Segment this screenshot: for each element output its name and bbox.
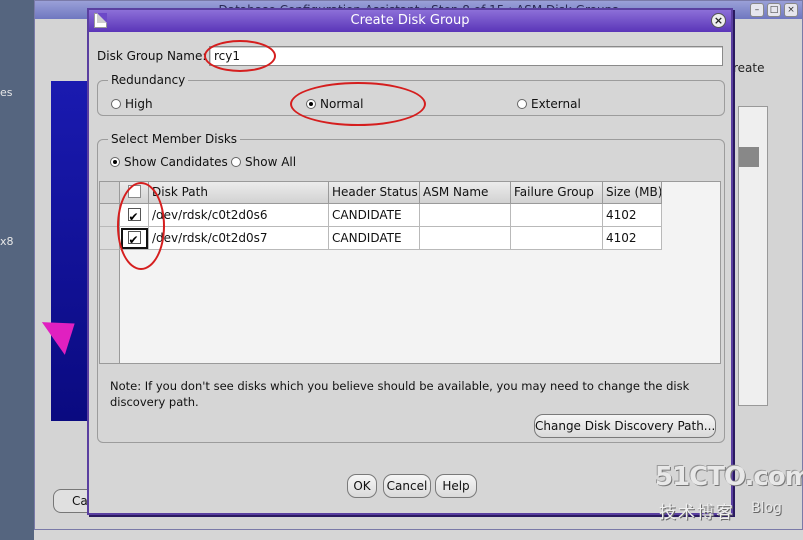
document-icon — [94, 13, 107, 28]
failure-group-cell[interactable] — [511, 227, 603, 250]
row-header-cell — [100, 227, 120, 250]
close-icon[interactable]: × — [784, 3, 798, 17]
watermark-logo: 51CTO.com — [655, 462, 803, 492]
disk-group-name-input[interactable]: rcy1 — [209, 46, 723, 66]
radio-button-icon — [111, 99, 121, 109]
checkbox-checked-icon[interactable] — [127, 229, 141, 249]
checkbox-icon[interactable] — [127, 185, 141, 198]
failure-group-cell[interactable] — [511, 204, 603, 227]
scrollbar-thumb[interactable] — [739, 147, 759, 167]
radio-label: Normal — [320, 97, 364, 111]
watermark-blog: Blog — [751, 500, 782, 516]
desktop-left-strip: es x8 — [0, 0, 34, 540]
radio-button-icon — [231, 157, 241, 167]
help-button[interactable]: Help — [435, 474, 477, 498]
dialog-title: Create Disk Group — [350, 13, 470, 28]
radio-label: High — [125, 97, 153, 111]
dbca-window-controls: – □ × — [750, 3, 798, 17]
arrow-graphic-icon — [41, 307, 87, 355]
select-all-header[interactable] — [120, 182, 149, 204]
redundancy-external-radio[interactable]: External — [517, 97, 581, 111]
disk-path-cell: /dev/rdsk/c0t2d0s6 — [149, 204, 329, 227]
size-cell: 4102 — [603, 204, 662, 227]
create-disk-group-dialog: Create Disk Group × Disk Group Name: rcy… — [87, 8, 733, 515]
radio-label: Show Candidates — [124, 155, 228, 169]
table-row-header-column — [100, 182, 120, 204]
redundancy-high-radio[interactable]: High — [111, 97, 153, 111]
disk-path-cell: /dev/rdsk/c0t2d0s7 — [149, 227, 329, 250]
ok-button[interactable]: OK — [347, 474, 377, 498]
column-header-failure-group[interactable]: Failure Group — [511, 182, 603, 204]
dbca-disk-list-panel — [738, 106, 768, 406]
asm-name-cell[interactable] — [420, 204, 511, 227]
dialog-title-bar: Create Disk Group × — [89, 10, 731, 32]
watermark: 51CTO.com 技术博客 Blog — [655, 462, 803, 532]
radio-label: Show All — [245, 155, 297, 169]
header-status-cell: CANDIDATE — [329, 227, 420, 250]
disk-group-name-label: Disk Group Name: — [97, 49, 207, 63]
table-row[interactable]: /dev/rdsk/c0t2d0s6 CANDIDATE 4102 — [100, 204, 662, 227]
watermark-subtitle: 技术博客 — [659, 503, 735, 523]
column-header-asm-name[interactable]: ASM Name — [420, 182, 511, 204]
row-select-cell[interactable] — [120, 227, 149, 250]
member-disks-group-title: Select Member Disks — [108, 132, 241, 146]
desktop-text-fragment: es — [0, 86, 13, 99]
close-icon[interactable]: × — [711, 13, 726, 28]
show-all-radio[interactable]: Show All — [231, 155, 296, 169]
column-header-disk-path[interactable]: Disk Path — [149, 182, 329, 204]
checkbox-checked-icon[interactable] — [127, 206, 141, 226]
change-discovery-path-button[interactable]: Change Disk Discovery Path... — [534, 414, 716, 438]
maximize-icon[interactable]: □ — [767, 3, 781, 17]
radio-button-selected-icon — [110, 157, 120, 167]
redundancy-group-title: Redundancy — [108, 73, 189, 87]
table-row[interactable]: /dev/rdsk/c0t2d0s7 CANDIDATE 4102 — [100, 227, 662, 250]
radio-label: External — [531, 97, 581, 111]
dbca-create-fragment: reate — [733, 61, 765, 75]
show-candidates-radio[interactable]: Show Candidates — [110, 155, 228, 169]
radio-button-selected-icon — [306, 99, 316, 109]
radio-button-icon — [517, 99, 527, 109]
row-select-cell[interactable] — [120, 204, 149, 227]
asm-name-cell[interactable] — [420, 227, 511, 250]
column-header-size[interactable]: Size (MB) — [603, 182, 662, 204]
minimize-icon[interactable]: – — [750, 3, 764, 17]
redundancy-group: Redundancy High Normal External — [97, 73, 725, 116]
cancel-button[interactable]: Cancel — [383, 474, 431, 498]
desktop-text-fragment: x8 — [0, 235, 14, 248]
column-header-header-status[interactable]: Header Status — [329, 182, 420, 204]
disk-table: Disk Path Header Status ASM Name Failure… — [99, 181, 721, 364]
discovery-note: Note: If you don't see disks which you b… — [110, 379, 690, 409]
header-status-cell: CANDIDATE — [329, 204, 420, 227]
redundancy-normal-radio[interactable]: Normal — [306, 97, 363, 111]
row-header-cell — [100, 204, 120, 227]
row-header-filler — [100, 250, 120, 363]
size-cell: 4102 — [603, 227, 662, 250]
dbca-side-banner-image — [41, 81, 87, 421]
table-header-row: Disk Path Header Status ASM Name Failure… — [100, 182, 662, 204]
